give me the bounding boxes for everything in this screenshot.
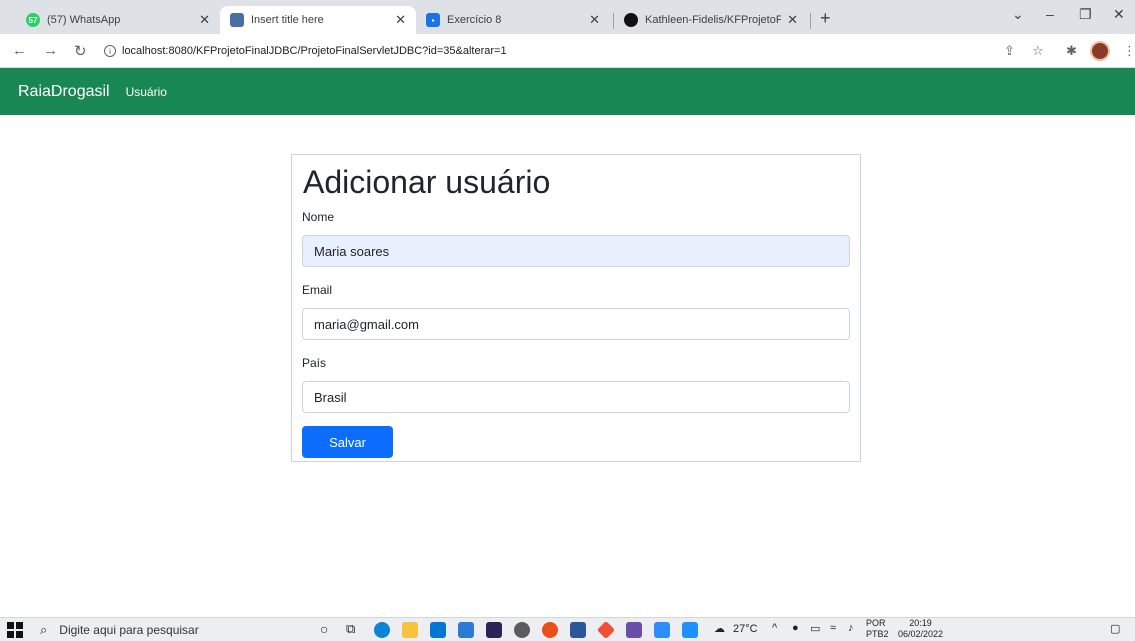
window-close-icon[interactable]: ✕ [1113,6,1125,23]
tab-exercicio[interactable]: ▪ Exercício 8 ✕ [416,6,610,34]
close-icon[interactable]: ✕ [395,12,406,28]
user-form-card: Adicionar usuário Nome Maria soares Emai… [291,154,861,462]
weather-text: 27°C [733,623,758,635]
eclipse-icon[interactable] [486,622,502,638]
minimize-icon[interactable]: – [1046,6,1054,22]
reload-icon[interactable]: ↻ [74,42,87,60]
close-icon[interactable]: ✕ [199,12,210,28]
time-text: 20:19 [909,618,932,628]
tab-whatsapp[interactable]: 57 (57) WhatsApp ✕ [16,6,220,34]
menu-icon[interactable]: ⋮ [1123,43,1135,59]
name-field[interactable]: Maria soares [302,235,850,267]
country-field[interactable]: Brasil [302,381,850,413]
tab-title: Kathleen-Fidelis/KFProjetoFinalJD [645,14,782,26]
date-text: 06/02/2022 [898,629,944,639]
tab-title: Exercício 8 [447,14,502,26]
name-label: Nome [302,210,335,224]
volume-icon[interactable]: ♪ [848,622,854,634]
keyboard-layout-text: PTB2 [866,629,889,639]
task-view-icon[interactable]: ⧉ [346,621,355,637]
tab-divider [810,13,811,29]
chevron-up-icon[interactable]: ^ [772,622,777,634]
language-indicator[interactable]: POR PTB2 [866,618,889,640]
browser-toolbar: ← → ↻ i localhost:8080/KFProjetoFinalJDB… [0,34,1135,68]
forward-icon[interactable]: → [43,42,58,59]
cortana-icon[interactable]: ○ [320,621,328,637]
form-title: Adicionar usuário [303,164,551,200]
bookmark-star-icon[interactable]: ☆ [1032,43,1044,59]
notifications-icon[interactable]: ▢ [1110,622,1120,635]
clock[interactable]: 20:19 06/02/2022 [898,618,943,640]
battery-icon[interactable]: ▭ [810,622,820,635]
tab-insert-title[interactable]: Insert title here ✕ [220,6,416,34]
windows-taskbar: ⌕ Digite aqui para pesquisar ○ ⧉ ☁ 27°C … [0,617,1135,641]
browser-tab-strip: 57 (57) WhatsApp ✕ Insert title here ✕ ▪… [0,0,1135,34]
store-icon[interactable] [430,622,446,638]
name-value: Maria soares [314,243,390,259]
tab-title: (57) WhatsApp [47,14,121,26]
file-explorer-icon[interactable] [402,622,418,638]
whatsapp-icon: 57 [26,13,40,27]
chrome-icon[interactable] [542,622,558,638]
profile-avatar[interactable] [1090,41,1110,61]
game-icon[interactable] [626,622,642,638]
back-icon[interactable]: ← [12,42,27,59]
restore-icon[interactable]: ❐ [1079,6,1092,23]
email-value: maria@gmail.com [314,316,419,332]
taskbar-search[interactable]: ⌕ Digite aqui para pesquisar [40,618,286,641]
search-placeholder: Digite aqui para pesquisar [59,623,199,637]
microphone-icon[interactable]: ● [792,622,799,634]
email-label: Email [302,283,333,297]
tab-github[interactable]: Kathleen-Fidelis/KFProjetoFinalJD ✕ [614,6,808,34]
wifi-icon[interactable]: ≈ [830,622,836,634]
info-icon[interactable]: i [104,45,116,57]
save-button[interactable]: Salvar [302,426,393,458]
classroom-icon: ▪ [426,13,440,27]
weather-icon[interactable]: ☁ [714,622,725,635]
email-field[interactable]: maria@gmail.com [302,308,850,340]
app-icon[interactable] [514,622,530,638]
language-text: POR [866,618,886,628]
brand-link[interactable]: RaiaDrogasil [18,83,110,101]
url-text: localhost:8080/KFProjetoFinalJDBC/Projet… [122,45,507,57]
git-icon[interactable] [596,620,616,640]
screen: 57 (57) WhatsApp ✕ Insert title here ✕ ▪… [0,0,1135,641]
app-navbar: RaiaDrogasil Usuário [0,68,1135,115]
new-tab-icon[interactable]: + [820,8,831,29]
tab-title: Insert title here [251,14,324,26]
address-bar[interactable]: i localhost:8080/KFProjetoFinalJDBC/Proj… [104,39,994,63]
close-icon[interactable]: ✕ [787,12,798,28]
share-icon[interactable]: ⇪ [1004,43,1015,59]
github-icon [624,13,638,27]
windows-start-icon[interactable] [7,622,23,638]
page-icon [230,13,244,27]
search-icon: ⌕ [40,622,48,637]
edge-icon[interactable] [374,622,390,638]
close-icon[interactable]: ✕ [589,12,600,28]
vscode-icon[interactable] [458,622,474,638]
nav-link-usuario[interactable]: Usuário [126,85,167,99]
tab-search-icon[interactable]: ⌄ [1012,6,1024,23]
photos-icon[interactable] [682,622,698,638]
extensions-icon[interactable]: ✱ [1066,43,1077,59]
country-value: Brasil [314,389,347,405]
word-icon[interactable] [570,622,586,638]
zoom-icon[interactable] [654,622,670,638]
country-label: País [302,356,327,370]
